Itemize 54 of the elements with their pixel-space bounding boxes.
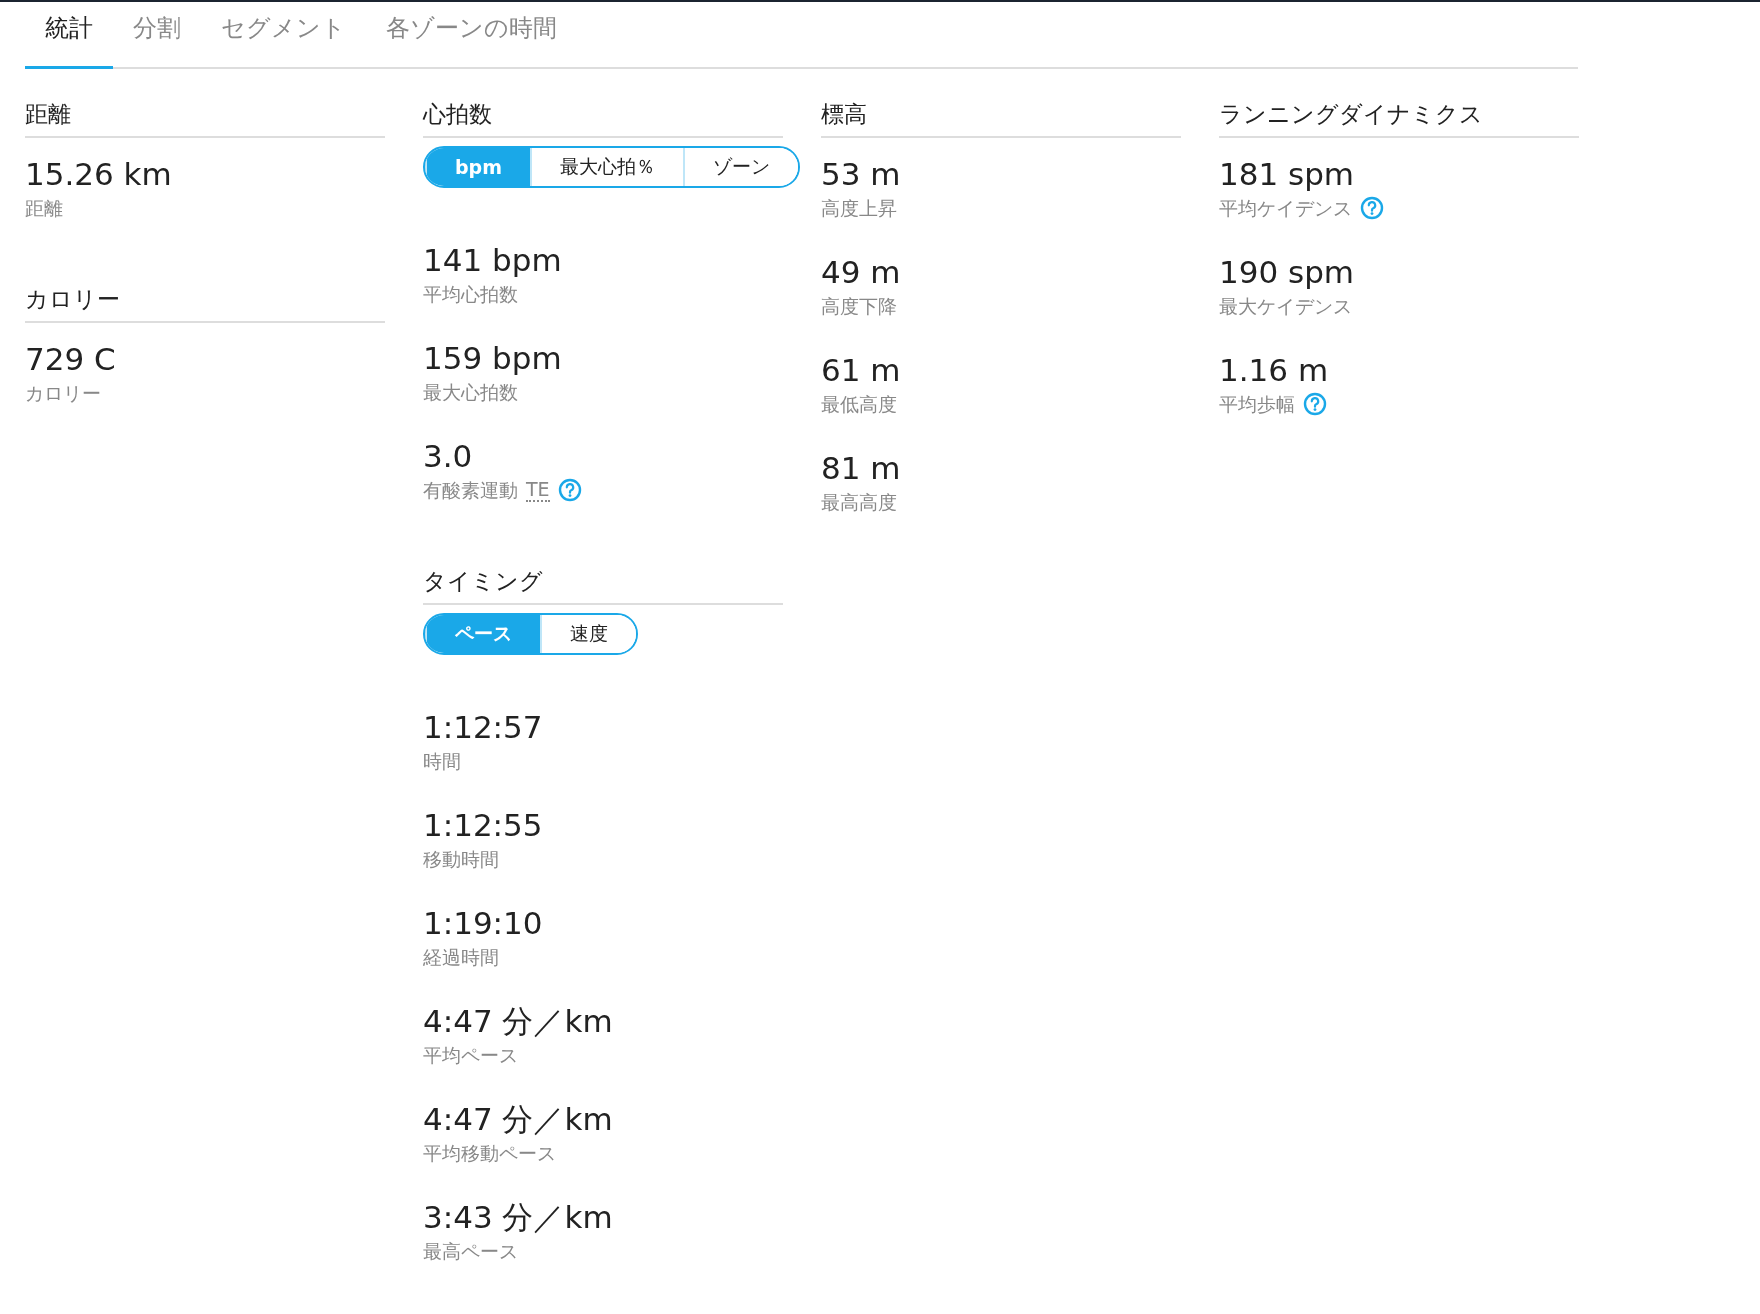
help-icon[interactable] (1360, 196, 1384, 220)
toggle-option[interactable]: 速度 (540, 615, 636, 653)
stat-value: 141 bpm (423, 241, 563, 280)
stat-value: 3.0 (423, 437, 474, 476)
section-heading: 標高 (821, 99, 1181, 138)
section-heading: カロリー (25, 284, 385, 323)
stat-label: 平均移動ペース (423, 1141, 556, 1166)
toggle-option[interactable]: ゾーン (683, 148, 798, 186)
stat-label: 高度下降 (821, 294, 897, 319)
stat-label: 経過時間 (423, 945, 499, 970)
stat-value: 1.16 m (1219, 351, 1330, 390)
stat-value: 1:12:55 (423, 806, 544, 845)
stat-value: 4:47 分／km (423, 1100, 614, 1139)
stat-label: カロリー (25, 381, 101, 406)
stat-label: 高度上昇 (821, 196, 897, 221)
stat-value: 15.26 km (25, 155, 173, 194)
help-icon[interactable] (557, 478, 582, 502)
section-heading: ランニングダイナミクス (1219, 99, 1579, 138)
stat-value: 4:47 分／km (423, 1002, 614, 1041)
section-heading: タイミング (423, 566, 783, 605)
stat-value: 159 bpm (423, 339, 563, 378)
help-icon[interactable] (1303, 392, 1327, 416)
stat-label: 最高ペース (423, 1239, 518, 1264)
stat-label: 有酸素運動 (423, 478, 518, 503)
stat-value: 3:43 分／km (423, 1198, 614, 1237)
tab[interactable]: セグメント (201, 2, 366, 69)
stat-label: 距離 (25, 196, 63, 221)
toggle-option[interactable]: bpm (425, 148, 530, 186)
stat-value: 1:12:57 (423, 708, 544, 747)
stat-label: 最高高度 (821, 490, 897, 515)
stat-label: 最低高度 (821, 392, 897, 417)
stat-label: 移動時間 (423, 847, 499, 872)
stat-value: 190 spm (1219, 253, 1356, 292)
section-heading: 心拍数 (423, 99, 783, 138)
tab[interactable]: 各ゾーンの時間 (366, 2, 577, 69)
tab[interactable]: 統計 (25, 2, 113, 69)
tab[interactable]: 分割 (113, 2, 201, 69)
stat-label: 平均歩幅 (1219, 392, 1295, 417)
stat-value: 53 m (821, 155, 902, 194)
stat-label: 平均ケイデンス (1219, 196, 1352, 221)
stat-value: 181 spm (1219, 155, 1356, 194)
stat-label: 平均ペース (423, 1043, 518, 1068)
stat-value: 61 m (821, 351, 902, 390)
stat-label: 最大ケイデンス (1219, 294, 1352, 319)
stat-label: 最大心拍数 (423, 380, 518, 405)
stat-value: 81 m (821, 449, 902, 488)
stat-value: 729 C (25, 340, 117, 379)
stat-label: 時間 (423, 749, 461, 774)
toggle-option[interactable]: ペース (425, 615, 540, 653)
abbreviation[interactable]: TE (526, 478, 550, 502)
stat-value: 49 m (821, 253, 902, 292)
stat-value: 1:19:10 (423, 904, 544, 943)
section-heading: 距離 (25, 99, 385, 138)
stat-label: 平均心拍数 (423, 282, 518, 307)
